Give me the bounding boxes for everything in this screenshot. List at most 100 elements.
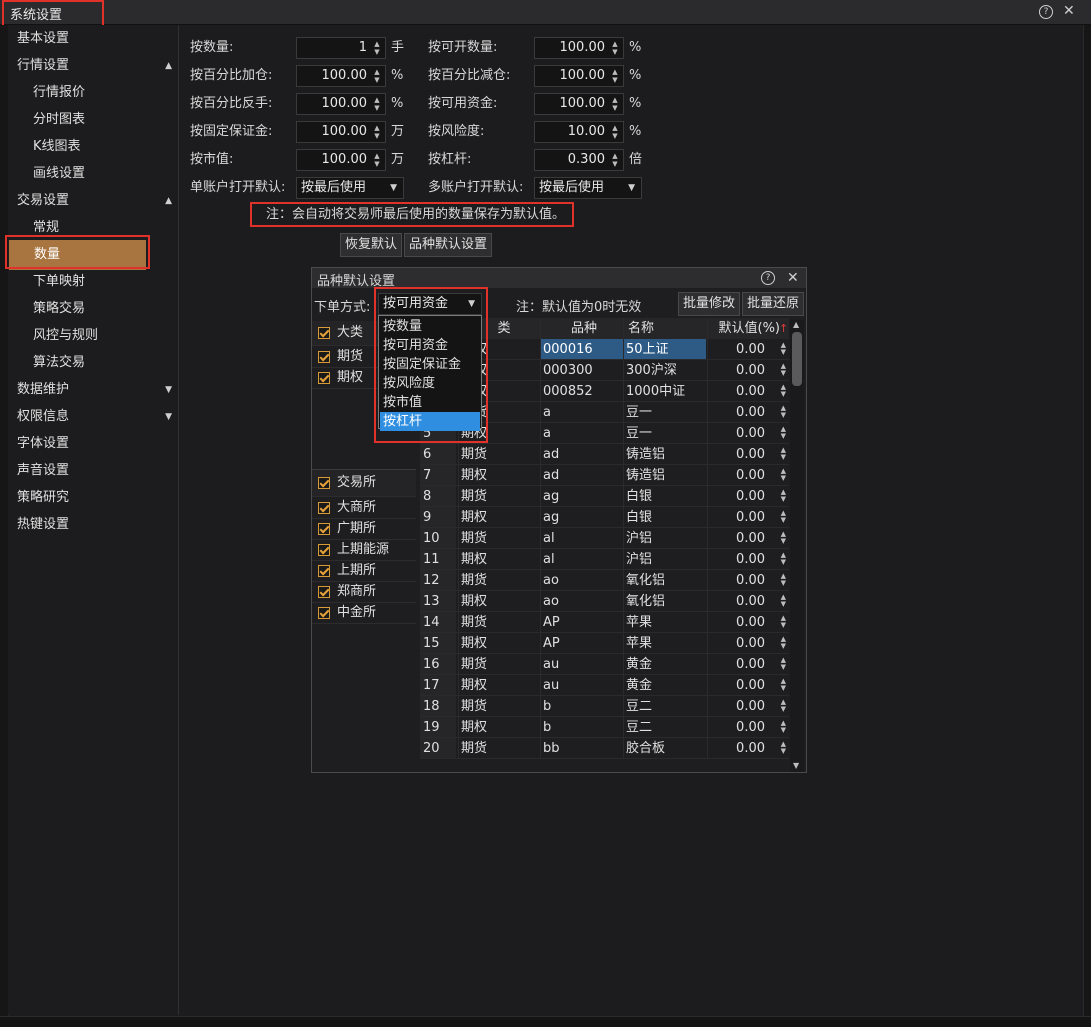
- column-header-default[interactable]: 默认值(%): [708, 318, 781, 339]
- close-icon[interactable]: ✕: [787, 271, 799, 285]
- spin-arrows-icon[interactable]: ▲ ▼: [372, 68, 382, 84]
- scroll-up-icon[interactable]: ▲: [793, 320, 799, 329]
- quantity-spinbox[interactable]: 100.00 ▲ ▼: [534, 37, 624, 59]
- quantity-spinbox[interactable]: 100.00 ▲ ▼: [296, 93, 386, 115]
- sidebar-item[interactable]: 声音设置: [8, 458, 178, 484]
- exchange-item[interactable]: 上期所: [312, 561, 416, 582]
- batch-restore-button[interactable]: 批量还原: [742, 292, 804, 316]
- table-scrollbar[interactable]: ▲ ▼: [790, 320, 804, 772]
- exchange-item[interactable]: 上期能源: [312, 540, 416, 561]
- cell-default-value[interactable]: 0.00: [708, 570, 765, 591]
- spin-arrows-icon[interactable]: ▲ ▼: [610, 40, 620, 56]
- column-header-symbol[interactable]: 品种: [544, 318, 624, 339]
- spin-arrows-icon[interactable]: ▲ ▼: [610, 68, 620, 84]
- spin-arrows-icon[interactable]: ▲ ▼: [781, 468, 786, 482]
- spin-arrows-icon[interactable]: ▲ ▼: [781, 447, 786, 461]
- quantity-spinbox[interactable]: 100.00 ▲ ▼: [296, 149, 386, 171]
- help-circle-icon[interactable]: ?: [1039, 5, 1053, 19]
- spin-arrows-icon[interactable]: ▲ ▼: [781, 741, 786, 755]
- quantity-spinbox[interactable]: 1 ▲ ▼: [296, 37, 386, 59]
- quantity-spinbox[interactable]: 100.00 ▲ ▼: [534, 93, 624, 115]
- spin-arrows-icon[interactable]: ▲ ▼: [781, 615, 786, 629]
- table-row[interactable]: 15 期权 AP 苹果 0.00 ▲ ▼: [420, 633, 789, 654]
- variety-default-settings-button[interactable]: 品种默认设置: [404, 233, 492, 257]
- cell-default-value[interactable]: 0.00: [708, 675, 765, 696]
- sidebar-item[interactable]: 权限信息 ▼: [8, 404, 178, 430]
- quantity-spinbox[interactable]: 100.00 ▲ ▼: [296, 121, 386, 143]
- sidebar-item[interactable]: 画线设置: [8, 161, 178, 187]
- table-row[interactable]: 13 期权 ao 氧化铝 0.00 ▲ ▼: [420, 591, 789, 612]
- spin-arrows-icon[interactable]: ▲ ▼: [781, 405, 786, 419]
- cell-default-value[interactable]: 0.00: [708, 717, 765, 738]
- exchange-checkbox[interactable]: [318, 565, 330, 577]
- cell-default-value[interactable]: 0.00: [708, 591, 765, 612]
- chevron-up-icon[interactable]: ▲: [165, 188, 172, 214]
- column-header-name[interactable]: 名称: [626, 318, 708, 339]
- sidebar-item[interactable]: 行情设置 ▲: [8, 53, 178, 79]
- cell-default-value[interactable]: 0.00: [708, 423, 765, 444]
- quantity-spinbox[interactable]: 100.00 ▲ ▼: [534, 65, 624, 87]
- spin-arrows-icon[interactable]: ▲ ▼: [781, 594, 786, 608]
- exchange-all-checkbox[interactable]: [318, 477, 330, 489]
- cell-default-value[interactable]: 0.00: [708, 381, 765, 402]
- spin-arrows-icon[interactable]: ▲ ▼: [372, 124, 382, 140]
- category-checkbox[interactable]: [318, 372, 330, 384]
- sidebar-item[interactable]: 分时图表: [8, 107, 178, 133]
- chevron-down-icon[interactable]: ▼: [165, 404, 172, 430]
- spin-arrows-icon[interactable]: ▲ ▼: [781, 363, 786, 377]
- spin-arrows-icon[interactable]: ▲ ▼: [781, 657, 786, 671]
- cell-default-value[interactable]: 0.00: [708, 528, 765, 549]
- chevron-down-icon[interactable]: ▼: [165, 377, 172, 403]
- spin-arrows-icon[interactable]: ▲ ▼: [610, 96, 620, 112]
- table-row[interactable]: 7 期权 ad 铸造铝 0.00 ▲ ▼: [420, 465, 789, 486]
- table-row[interactable]: 20 期货 bb 胶合板 0.00 ▲ ▼: [420, 738, 789, 759]
- sidebar-item[interactable]: 策略交易: [8, 296, 178, 322]
- spin-arrows-icon[interactable]: ▲ ▼: [781, 426, 786, 440]
- exchange-checkbox[interactable]: [318, 607, 330, 619]
- exchange-item[interactable]: 广期所: [312, 519, 416, 540]
- sidebar-item[interactable]: 风控与规则: [8, 323, 178, 349]
- sidebar-item[interactable]: 热键设置: [8, 512, 178, 538]
- cell-default-value[interactable]: 0.00: [708, 339, 765, 360]
- cell-default-value[interactable]: 0.00: [708, 507, 765, 528]
- table-row[interactable]: 8 期货 ag 白银 0.00 ▲ ▼: [420, 486, 789, 507]
- single-account-default-select[interactable]: 按最后使用 ▼: [296, 177, 404, 199]
- sidebar-item[interactable]: 下单映射: [8, 269, 178, 295]
- scrollbar-thumb[interactable]: [792, 332, 802, 386]
- sidebar-item[interactable]: K线图表: [8, 134, 178, 160]
- close-icon[interactable]: ✕: [1063, 4, 1075, 18]
- sidebar-item[interactable]: 算法交易: [8, 350, 178, 376]
- category-checkbox[interactable]: [318, 351, 330, 363]
- spin-arrows-icon[interactable]: ▲ ▼: [610, 124, 620, 140]
- table-row[interactable]: 10 期货 al 沪铝 0.00 ▲ ▼: [420, 528, 789, 549]
- cell-default-value[interactable]: 0.00: [708, 612, 765, 633]
- spin-arrows-icon[interactable]: ▲ ▼: [781, 489, 786, 503]
- table-row[interactable]: 16 期货 au 黄金 0.00 ▲ ▼: [420, 654, 789, 675]
- multi-account-default-select[interactable]: 按最后使用 ▼: [534, 177, 642, 199]
- table-row[interactable]: 6 期货 ad 铸造铝 0.00 ▲ ▼: [420, 444, 789, 465]
- cell-default-value[interactable]: 0.00: [708, 633, 765, 654]
- cell-default-value[interactable]: 0.00: [708, 654, 765, 675]
- cell-default-value[interactable]: 0.00: [708, 738, 765, 759]
- table-row[interactable]: 14 期货 AP 苹果 0.00 ▲ ▼: [420, 612, 789, 633]
- spin-arrows-icon[interactable]: ▲ ▼: [372, 40, 382, 56]
- table-row[interactable]: 9 期权 ag 白银 0.00 ▲ ▼: [420, 507, 789, 528]
- exchange-checkbox[interactable]: [318, 586, 330, 598]
- exchange-checkbox[interactable]: [318, 502, 330, 514]
- restore-default-button[interactable]: 恢复默认: [340, 233, 402, 257]
- spin-arrows-icon[interactable]: ▲ ▼: [781, 531, 786, 545]
- cell-default-value[interactable]: 0.00: [708, 696, 765, 717]
- spin-arrows-icon[interactable]: ▲ ▼: [781, 573, 786, 587]
- table-row[interactable]: 11 期权 al 沪铝 0.00 ▲ ▼: [420, 549, 789, 570]
- sidebar-item[interactable]: 字体设置: [8, 431, 178, 457]
- spin-arrows-icon[interactable]: ▲ ▼: [781, 552, 786, 566]
- sidebar-item[interactable]: 策略研究: [8, 485, 178, 511]
- quantity-spinbox[interactable]: 100.00 ▲ ▼: [296, 65, 386, 87]
- chevron-up-icon[interactable]: ▲: [165, 53, 172, 79]
- spin-arrows-icon[interactable]: ▲ ▼: [781, 384, 786, 398]
- table-row[interactable]: 12 期货 ao 氧化铝 0.00 ▲ ▼: [420, 570, 789, 591]
- sidebar-item[interactable]: 行情报价: [8, 80, 178, 106]
- table-row[interactable]: 18 期货 b 豆二 0.00 ▲ ▼: [420, 696, 789, 717]
- cell-default-value[interactable]: 0.00: [708, 360, 765, 381]
- quantity-spinbox[interactable]: 10.00 ▲ ▼: [534, 121, 624, 143]
